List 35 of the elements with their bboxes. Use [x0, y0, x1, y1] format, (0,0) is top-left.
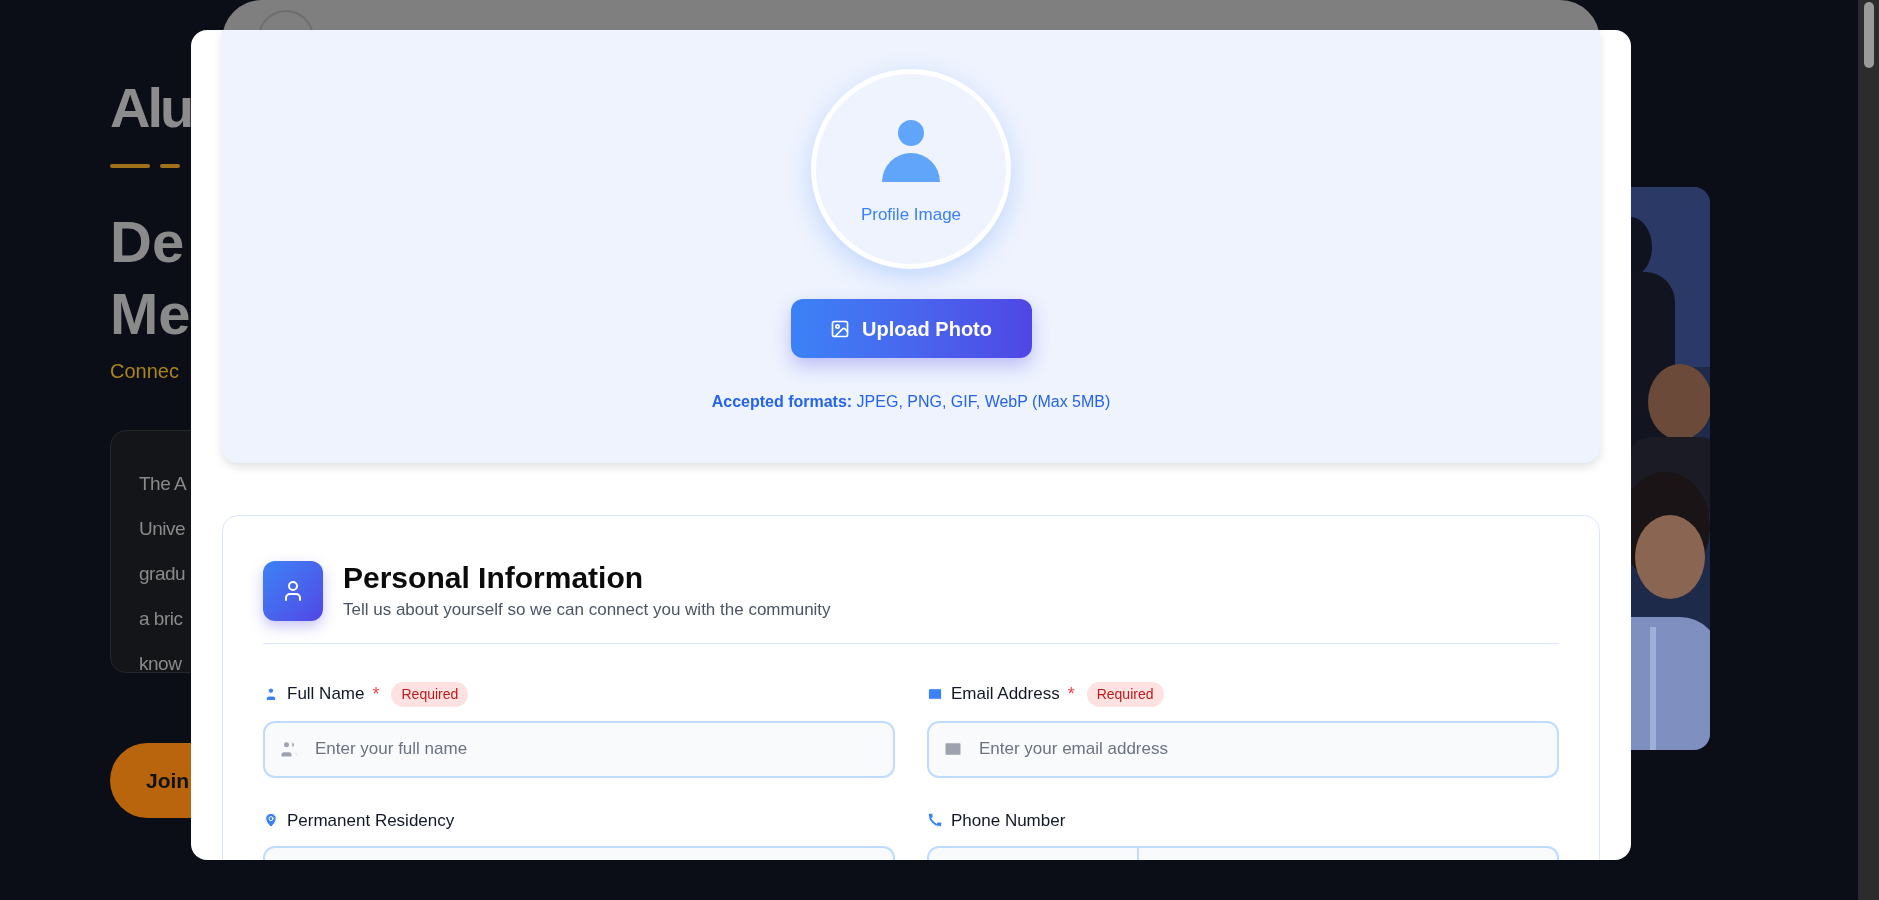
- intro-text: Unive: [139, 517, 186, 541]
- field-label: Phone Number: [951, 809, 1066, 832]
- label-icon: [263, 686, 279, 702]
- label-icon: [263, 812, 279, 829]
- input-field[interactable]: Enter your full name: [263, 720, 895, 778]
- intro-text: a bric: [139, 607, 183, 631]
- page-heading: Alu: [110, 80, 192, 136]
- scrollbar[interactable]: [1858, 0, 1879, 900]
- avatar-label: Profile Image: [860, 204, 962, 227]
- page-subheading: Me: [110, 280, 191, 348]
- field-label: Email Address: [951, 683, 1060, 706]
- label-icon: [927, 686, 943, 702]
- accent-line: [160, 164, 180, 168]
- required-mark: *: [1067, 682, 1075, 706]
- required-badge: Required: [1086, 681, 1164, 707]
- label-icon: [927, 812, 943, 829]
- image-icon: [830, 318, 850, 339]
- field-label: Permanent Residency: [287, 809, 455, 832]
- accent-line: [110, 164, 150, 168]
- intro-text: The A: [139, 472, 187, 496]
- required-badge: Required: [391, 681, 469, 707]
- section-icon: [263, 560, 323, 621]
- required-mark: *: [372, 682, 380, 706]
- person-icon: [882, 120, 940, 183]
- page-subheading: De: [110, 208, 185, 276]
- section-title: Personal Information: [343, 560, 645, 596]
- field-label: Full Name: [287, 683, 365, 706]
- formats-note: Accepted formats: JPEG, PNG, GIF, WebP (Max 5MB): [711, 392, 1111, 412]
- input-field[interactable]: Enter your email address: [927, 720, 1559, 778]
- intro-text: gradu: [139, 562, 186, 586]
- intro-text: know: [139, 652, 182, 676]
- tagline: Connec: [110, 359, 179, 384]
- avatar-placeholder[interactable]: Profile Image: [811, 69, 1011, 269]
- upload-photo-button[interactable]: Upload Photo: [790, 299, 1032, 358]
- section-subtitle: Tell us about yourself so we can connect you with the community: [343, 599, 831, 621]
